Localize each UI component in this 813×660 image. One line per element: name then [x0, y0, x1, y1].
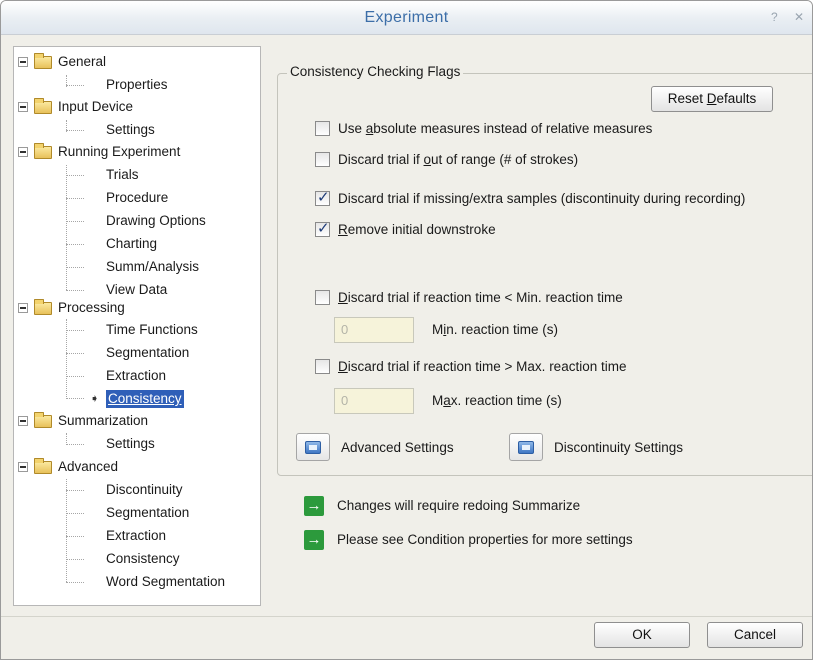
flag-max-reaction-time-checkbox[interactable]	[315, 359, 330, 374]
advanced-settings-button[interactable]	[296, 433, 330, 461]
tree-item-adv-consistency[interactable]: Consistency	[14, 548, 254, 570]
folder-icon	[34, 143, 52, 159]
discontinuity-settings-button[interactable]	[509, 433, 543, 461]
tree-item-drawing-options[interactable]: Drawing Options	[14, 210, 254, 232]
tree-item-segmentation[interactable]: Segmentation	[14, 342, 254, 364]
tree-item-adv-word-segmentation[interactable]: Word Segmentation	[14, 571, 254, 593]
collapse-toggle-icon[interactable]	[18, 57, 28, 67]
tree-item-advanced[interactable]: Advanced	[16, 456, 256, 478]
footer-divider	[1, 616, 812, 617]
tree-item-trials[interactable]: Trials	[14, 164, 254, 186]
tree-item-time-functions[interactable]: Time Functions	[14, 319, 254, 341]
flag-min-reaction-time[interactable]: Discard trial if reaction time < Min. re…	[315, 288, 795, 308]
collapse-toggle-icon[interactable]	[18, 102, 28, 112]
tree-item-summ-analysis[interactable]: Summ/Analysis	[14, 256, 254, 278]
note-condition-properties: Please see Condition properties for more…	[337, 532, 633, 547]
arrow-right-icon: →	[304, 496, 324, 516]
experiment-dialog: Experiment ? ✕ General Properties Input …	[0, 0, 813, 660]
tree-item-input-device[interactable]: Input Device	[16, 96, 256, 118]
tree-item-processing[interactable]: Processing	[16, 297, 256, 319]
collapse-toggle-icon[interactable]	[18, 303, 28, 313]
close-icon[interactable]: ✕	[794, 10, 804, 24]
cancel-button[interactable]: Cancel	[707, 622, 803, 648]
folder-icon	[34, 98, 52, 114]
tree-item-extraction[interactable]: Extraction	[14, 365, 254, 387]
flag-absolute-measures-checkbox[interactable]	[315, 121, 330, 136]
title-bar: Experiment ? ✕	[1, 1, 812, 35]
folder-icon	[34, 412, 52, 428]
flag-out-of-range-checkbox[interactable]	[315, 152, 330, 167]
flag-max-reaction-time[interactable]: Discard trial if reaction time > Max. re…	[315, 357, 795, 377]
collapse-toggle-icon[interactable]	[18, 416, 28, 426]
max-reaction-time-input[interactable]: 0	[334, 388, 414, 414]
tree-item-summarization-settings[interactable]: Settings	[14, 433, 254, 455]
folder-icon	[34, 458, 52, 474]
settings-picture-icon	[518, 441, 534, 454]
flag-remove-downstroke-checkbox[interactable]	[315, 219, 330, 239]
tree-item-adv-segmentation[interactable]: Segmentation	[14, 502, 254, 524]
arrow-right-icon: →	[304, 530, 324, 550]
tree-item-general-properties[interactable]: Properties	[14, 74, 254, 96]
tree-item-running-experiment[interactable]: Running Experiment	[16, 141, 256, 163]
settings-picture-icon	[305, 441, 321, 454]
min-reaction-time-label: Min. reaction time (s)	[432, 322, 559, 337]
help-icon[interactable]: ?	[771, 10, 778, 24]
flag-missing-extra-samples-checkbox[interactable]	[315, 188, 330, 208]
discontinuity-settings-label[interactable]: Discontinuity Settings	[554, 440, 683, 455]
flag-min-reaction-time-checkbox[interactable]	[315, 290, 330, 305]
ok-button[interactable]: OK	[594, 622, 690, 648]
window-title: Experiment	[364, 9, 449, 26]
selected-arrow-icon: ➧	[90, 393, 100, 405]
reset-defaults-button[interactable]: Reset Defaults	[651, 86, 773, 112]
tree-item-summarization[interactable]: Summarization	[16, 410, 256, 432]
folder-icon	[34, 299, 52, 315]
collapse-toggle-icon[interactable]	[18, 147, 28, 157]
folder-icon	[34, 53, 52, 69]
tree-item-consistency-selected[interactable]: ➧ Consistency	[14, 388, 254, 410]
tree-item-general[interactable]: General	[16, 51, 256, 73]
tree-item-charting[interactable]: Charting	[14, 233, 254, 255]
collapse-toggle-icon[interactable]	[18, 462, 28, 472]
max-reaction-time-label: Max. reaction time (s)	[432, 393, 562, 408]
tree-item-adv-discontinuity[interactable]: Discontinuity	[14, 479, 254, 501]
tree-item-input-device-settings[interactable]: Settings	[14, 119, 254, 141]
flag-missing-extra-samples[interactable]: Discard trial if missing/extra samples (…	[315, 188, 795, 209]
flag-out-of-range[interactable]: Discard trial if out of range (# of stro…	[315, 150, 795, 170]
tree-item-adv-extraction[interactable]: Extraction	[14, 525, 254, 547]
min-reaction-time-input[interactable]: 0	[334, 317, 414, 343]
note-redo-summarize: Changes will require redoing Summarize	[337, 498, 581, 513]
advanced-settings-label[interactable]: Advanced Settings	[341, 440, 454, 455]
settings-tree[interactable]: General Properties Input Device Settings…	[13, 46, 261, 606]
flag-absolute-measures[interactable]: Use absolute measures instead of relativ…	[315, 119, 795, 139]
flag-remove-downstroke[interactable]: Remove initial downstroke	[315, 219, 795, 240]
group-title: Consistency Checking Flags	[287, 64, 464, 79]
tree-item-procedure[interactable]: Procedure	[14, 187, 254, 209]
